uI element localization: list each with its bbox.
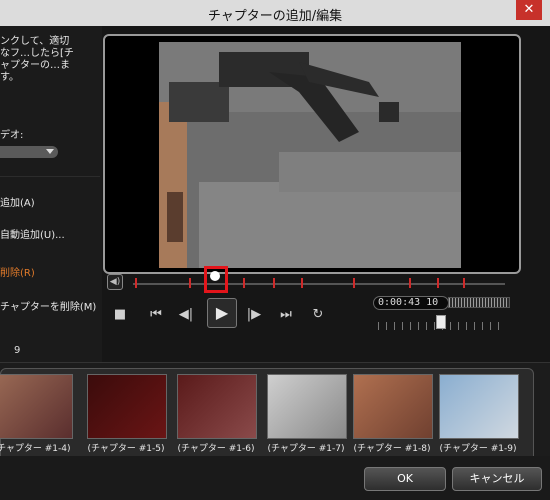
dialog-buttons: OK キャンセル bbox=[0, 456, 550, 500]
chapter-marker[interactable] bbox=[135, 278, 137, 288]
playback-controls: ■ ⏮ ◀| ▶ |▶ ⏭ ↻ 0:00:43 10 bbox=[103, 296, 517, 336]
chapter-marker[interactable] bbox=[301, 278, 303, 288]
cancel-button[interactable]: キャンセル bbox=[452, 467, 542, 491]
video-dropdown[interactable] bbox=[0, 146, 58, 158]
video-frame-image bbox=[159, 42, 461, 268]
chapter-thumbnail[interactable] bbox=[87, 374, 167, 439]
zoom-slider-handle[interactable] bbox=[436, 315, 446, 329]
stop-icon[interactable]: ■ bbox=[109, 306, 131, 324]
chapter-marker[interactable] bbox=[189, 278, 191, 288]
next-chapter-icon[interactable]: ⏭ bbox=[275, 306, 297, 324]
volume-icon[interactable]: ◀) bbox=[107, 274, 123, 290]
chapter-thumbnail[interactable] bbox=[177, 374, 257, 439]
video-label: デオ: bbox=[0, 130, 24, 141]
chapter-thumbnail[interactable] bbox=[0, 374, 73, 439]
chapter-count: 9 bbox=[14, 345, 21, 356]
chapter-thumbnail-label: (チャプター #1-6) bbox=[177, 444, 255, 454]
delete-chapter-button[interactable]: 削除(R) bbox=[0, 264, 35, 279]
chapter-panel: ンクして、適切なフ…したら[チャプターの…ます。 デオ: 追加(A) 自動追加(… bbox=[0, 26, 102, 362]
chapter-marker[interactable] bbox=[273, 278, 275, 288]
instructions-text: ンクして、適切なフ…したら[チャプターの…ます。 bbox=[0, 36, 74, 83]
chapter-thumbnail[interactable] bbox=[439, 374, 519, 439]
next-frame-icon[interactable]: |▶ bbox=[243, 306, 265, 324]
auto-add-button[interactable]: 自動追加(U)... bbox=[0, 226, 65, 241]
dialog-body: ンクして、適切なフ…したら[チャプターの…ます。 デオ: 追加(A) 自動追加(… bbox=[0, 26, 550, 500]
chapter-thumbnail[interactable] bbox=[353, 374, 433, 439]
previous-chapter-icon[interactable]: ⏮ bbox=[145, 306, 167, 324]
chapter-marker[interactable] bbox=[243, 278, 245, 288]
volume-level[interactable] bbox=[448, 297, 510, 308]
ok-button[interactable]: OK bbox=[364, 467, 446, 491]
chapter-thumbnail-label: (チャプター #1-5) bbox=[87, 444, 165, 454]
close-button[interactable]: ✕ bbox=[516, 0, 542, 20]
chapter-marker[interactable] bbox=[409, 278, 411, 288]
chapter-thumbnail-label: (チャプター #1-8) bbox=[353, 444, 431, 454]
video-preview bbox=[103, 34, 521, 274]
add-chapter-button[interactable]: 追加(A) bbox=[0, 194, 35, 209]
repeat-icon[interactable]: ↻ bbox=[307, 306, 329, 324]
playhead-highlight bbox=[204, 266, 228, 293]
chapter-marker[interactable] bbox=[353, 278, 355, 288]
chevron-down-icon bbox=[46, 149, 54, 154]
window-title: チャプターの追加/編集 bbox=[207, 9, 343, 24]
chapter-thumbnail-label: (チャプター #1-7) bbox=[267, 444, 345, 454]
title-bar: チャプターの追加/編集 ✕ bbox=[0, 0, 550, 27]
play-button[interactable]: ▶ bbox=[207, 298, 237, 328]
chapter-thumbnail[interactable] bbox=[267, 374, 347, 439]
delete-all-chapters-button[interactable]: チャプターを削除(M) bbox=[0, 298, 96, 313]
previous-frame-icon[interactable]: ◀| bbox=[175, 306, 197, 324]
chapter-marker[interactable] bbox=[463, 278, 465, 288]
chapter-thumbnail-label: (チャプター #1-4) bbox=[0, 444, 71, 454]
chapter-timeline[interactable]: ◀) bbox=[103, 266, 517, 295]
chapter-thumbnail-label: (チャプター #1-9) bbox=[439, 444, 517, 454]
timecode-display[interactable]: 0:00:43 10 bbox=[373, 296, 449, 310]
divider bbox=[0, 176, 100, 177]
chapter-marker[interactable] bbox=[437, 278, 439, 288]
